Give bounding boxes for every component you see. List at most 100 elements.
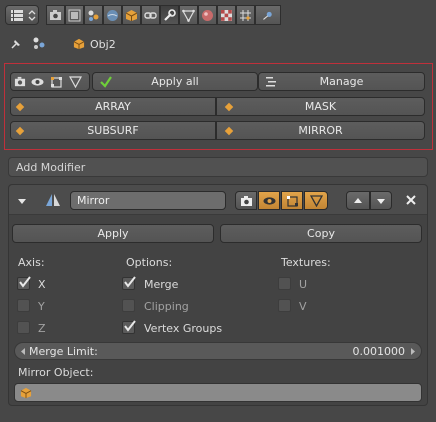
tab-render-layers[interactable]: [65, 5, 84, 25]
context-object-name: Obj2: [90, 38, 116, 51]
vertex-groups-label: Vertex Groups: [144, 322, 223, 335]
mirror-object-field[interactable]: [14, 383, 422, 402]
increment-arrow-icon: [409, 347, 417, 356]
mirror-object-label: Mirror Object:: [18, 366, 94, 379]
render-layers-icon: [68, 9, 81, 22]
arrow-up-icon: [353, 196, 363, 206]
modifier-toggle-subsurf[interactable]: SUBSURF: [10, 121, 216, 140]
modifier-name-field[interactable]: Mirror: [70, 191, 226, 210]
checkmark-icon: [124, 276, 136, 288]
constraints-icon: [144, 9, 157, 22]
modifier-toggle-label: MASK: [304, 100, 337, 113]
cage-icon: [310, 195, 323, 207]
axis-x-checkbox[interactable]: [17, 276, 31, 290]
viewport-toggle[interactable]: [258, 191, 280, 210]
particles-icon: [239, 9, 252, 22]
merge-checkbox[interactable]: [122, 276, 136, 290]
tab-particles[interactable]: [236, 5, 255, 25]
editmode-icon: [286, 195, 299, 207]
modifier-toggle-label: ARRAY: [95, 100, 131, 113]
apply-all-button[interactable]: Apply all: [92, 72, 258, 91]
camera-icon: [49, 9, 62, 22]
camera-icon: [14, 76, 26, 88]
axis-z-label: Z: [38, 322, 46, 335]
axis-y-checkbox[interactable]: [17, 299, 30, 312]
modifier-name-value: Mirror: [77, 194, 110, 207]
tab-data[interactable]: [179, 5, 198, 25]
modifier-toggle-array[interactable]: ARRAY: [10, 97, 216, 116]
render-toggle[interactable]: [235, 191, 257, 210]
add-modifier-dropdown[interactable]: Add Modifier: [8, 157, 428, 177]
vertex-groups-checkbox[interactable]: [122, 320, 136, 334]
tab-render[interactable]: [46, 5, 65, 25]
merge-limit-slider[interactable]: Merge Limit: 0.001000: [14, 342, 422, 360]
wrench-icon: [163, 9, 176, 22]
checkmark-icon: [124, 320, 136, 332]
editmode-icon: [50, 76, 63, 88]
add-modifier-label: Add Modifier: [16, 160, 86, 174]
tab-physics[interactable]: [255, 5, 281, 25]
axis-x-label: X: [38, 278, 46, 291]
pin-icon[interactable]: [9, 37, 23, 51]
checkmark-icon: [99, 75, 113, 89]
tab-constraints[interactable]: [141, 5, 160, 25]
modifier-toggle-label: SUBSURF: [87, 124, 139, 137]
axis-heading: Axis:: [18, 256, 45, 269]
material-icon: [201, 9, 214, 22]
world-icon: [106, 9, 119, 22]
modifier-state-icon: [224, 102, 234, 112]
texture-u-label: U: [299, 278, 308, 291]
copy-button[interactable]: Copy: [220, 224, 422, 243]
tab-modifiers[interactable]: [160, 5, 179, 25]
merge-limit-label: Merge Limit:: [29, 345, 98, 358]
modifier-state-icon: [15, 126, 25, 136]
texture-u-checkbox[interactable]: [278, 277, 291, 290]
clipping-checkbox[interactable]: [122, 299, 135, 312]
cage-icon: [69, 76, 82, 88]
modifier-toggle-mirror[interactable]: MIRROR: [216, 121, 425, 140]
tab-material[interactable]: [198, 5, 217, 25]
manage-button[interactable]: Manage: [258, 72, 425, 91]
editmode-toggle[interactable]: [281, 191, 303, 210]
arrow-down-icon: [376, 196, 386, 206]
collapse-triangle-icon[interactable]: [16, 195, 28, 207]
object-icon: [20, 387, 32, 399]
modifier-toggle-label: MIRROR: [298, 124, 343, 137]
cage-toggle[interactable]: [304, 191, 328, 210]
scene-icon: [32, 36, 46, 50]
batch-visibility-toggles[interactable]: [10, 72, 90, 91]
texture-v-label: V: [299, 300, 307, 313]
move-up-button[interactable]: [346, 191, 370, 210]
move-down-button[interactable]: [370, 191, 392, 210]
tab-object[interactable]: [122, 5, 141, 25]
modifier-state-icon: [224, 126, 234, 136]
editor-type-button[interactable]: [5, 5, 39, 25]
object-icon: [125, 9, 138, 22]
clipping-label: Clipping: [144, 300, 189, 313]
tab-world[interactable]: [103, 5, 122, 25]
apply-all-label: Apply all: [151, 75, 199, 88]
physics-icon: [259, 9, 277, 22]
properties-editor-icon: [10, 9, 24, 22]
modifier-toggle-mask[interactable]: MASK: [216, 97, 425, 116]
apply-label: Apply: [97, 227, 129, 240]
camera-icon: [240, 195, 253, 207]
mesh-data-icon: [182, 9, 195, 22]
options-heading: Options:: [126, 256, 173, 269]
tab-scene[interactable]: [84, 5, 103, 25]
merge-label: Merge: [144, 278, 179, 291]
eye-icon: [31, 76, 44, 88]
object-icon: [73, 38, 85, 50]
tab-texture[interactable]: [217, 5, 236, 25]
texture-v-checkbox[interactable]: [278, 299, 291, 312]
align-lines-icon: [265, 76, 277, 88]
modifier-state-icon: [15, 102, 25, 112]
axis-z-checkbox[interactable]: [17, 321, 30, 334]
decrement-arrow-icon: [19, 347, 27, 356]
copy-label: Copy: [307, 227, 335, 240]
apply-button[interactable]: Apply: [12, 224, 214, 243]
chevron-updown-icon: [28, 9, 36, 22]
close-icon[interactable]: [404, 193, 418, 207]
texture-icon: [220, 9, 233, 22]
textures-heading: Textures:: [281, 256, 331, 269]
